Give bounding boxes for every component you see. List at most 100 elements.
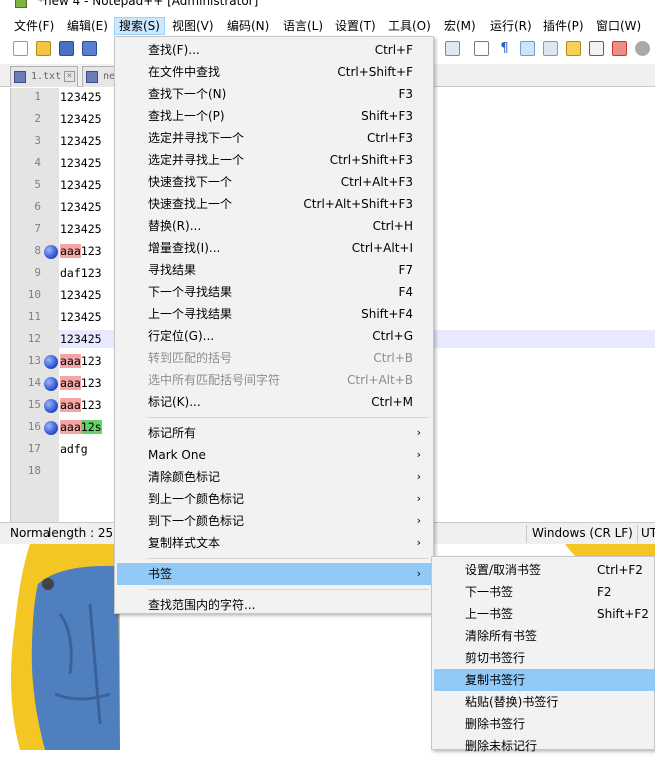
menu-item-shortcut: F2	[597, 585, 612, 599]
code-line[interactable]: 123425	[60, 178, 102, 192]
line-number-gutter[interactable]: 1 2 3 4 5 6 7 8 9 10 11 12 13 14 15 16 17 18	[11, 88, 59, 522]
code-line[interactable]: aaa123	[60, 354, 102, 368]
search-menu-item[interactable]: 清除颜色标记 ›	[117, 466, 431, 488]
menu-item-label: 标记(K)...	[148, 395, 201, 409]
bookmark-icon[interactable]	[44, 421, 58, 435]
search-menu-item[interactable]: 上一个寻找结果 Shift+F4	[117, 303, 431, 325]
code-line[interactable]: 123425	[60, 310, 102, 324]
menu-plugins[interactable]: 插件(P)	[539, 17, 588, 35]
menu-settings[interactable]: 设置(T)	[331, 17, 380, 35]
line-number: 2	[34, 112, 41, 125]
code-line[interactable]: 123425	[60, 200, 102, 214]
bookmark-icon[interactable]	[44, 377, 58, 391]
menu-item-shortcut: Ctrl+Alt+I	[351, 241, 413, 255]
menu-encoding[interactable]: 编码(N)	[223, 17, 273, 35]
doc-map-icon[interactable]	[543, 41, 558, 56]
search-menu-item[interactable]: 标记(K)... Ctrl+M	[117, 391, 431, 413]
code-line[interactable]: aaa12s	[60, 420, 102, 434]
close-icon[interactable]: ✕	[64, 71, 75, 82]
code-line[interactable]: adfg	[60, 442, 88, 456]
code-line[interactable]: daf123	[60, 266, 102, 280]
save-icon[interactable]	[59, 41, 74, 56]
search-menu-item[interactable]: 查找上一个(P) Shift+F3	[117, 105, 431, 127]
stop-macro-icon[interactable]	[635, 41, 650, 56]
menu-item-label: 复制书签行	[465, 673, 526, 687]
search-menu-item[interactable]: 快速查找下一个 Ctrl+Alt+F3	[117, 171, 431, 193]
code-line[interactable]: 123425	[60, 112, 102, 126]
bookmark-submenu-item[interactable]: 粘贴(替换)书签行	[434, 691, 655, 713]
menu-item-shortcut: Ctrl+Shift+F	[337, 65, 413, 79]
encoding-label[interactable]: UT	[641, 526, 655, 540]
eol-format-label[interactable]: Windows (CR LF)	[532, 526, 633, 540]
search-menu-item[interactable]: 查找范围内的字符...	[117, 594, 431, 616]
code-line[interactable]: aaa123	[60, 244, 102, 258]
search-menu-item[interactable]: 到下一个颜色标记 ›	[117, 510, 431, 532]
bookmark-submenu: 设置/取消书签 Ctrl+F2 下一书签 F2 上一书签 Shift+F2 清除所有书签 剪切…	[431, 556, 655, 753]
menu-view[interactable]: 视图(V)	[168, 17, 218, 35]
bookmark-icon[interactable]	[44, 355, 58, 369]
indent-guide-icon[interactable]	[520, 41, 535, 56]
menu-macro[interactable]: 宏(M)	[440, 17, 480, 35]
code-line[interactable]: aaa123	[60, 398, 102, 412]
search-menu-item[interactable]: 下一个寻找结果 F4	[117, 281, 431, 303]
menu-language[interactable]: 语言(L)	[279, 17, 327, 35]
function-list-icon[interactable]	[566, 41, 581, 56]
search-menu-item[interactable]: 在文件中查找 Ctrl+Shift+F	[117, 61, 431, 83]
menu-item-label: 快速查找下一个	[148, 175, 233, 189]
code-text-span: 123425	[60, 332, 102, 346]
menu-item-label: 复制样式文本	[148, 536, 221, 550]
search-menu-item[interactable]: 书签 ›	[117, 563, 431, 585]
open-file-icon[interactable]	[36, 41, 51, 56]
menu-window[interactable]: 窗口(W)	[592, 17, 645, 35]
show-all-chars-icon[interactable]: ¶	[497, 41, 512, 56]
line-number: 8	[34, 244, 41, 257]
bookmark-submenu-item[interactable]: 清除所有书签	[434, 625, 655, 647]
search-menu-item[interactable]: 行定位(G)... Ctrl+G	[117, 325, 431, 347]
menu-item-label: 到下一个颜色标记	[148, 514, 245, 528]
code-line[interactable]: aaa123	[60, 376, 102, 390]
sync-scroll-icon[interactable]	[445, 41, 460, 56]
search-menu-item[interactable]: 选定并寻找上一个 Ctrl+Shift+F3	[117, 149, 431, 171]
file-type-label: Norma	[10, 526, 51, 540]
code-line[interactable]: 123425	[60, 156, 102, 170]
record-macro-icon[interactable]	[612, 41, 627, 56]
menu-file[interactable]: 文件(F)	[10, 17, 58, 35]
bookmark-icon[interactable]	[44, 245, 58, 259]
search-menu-item[interactable]: 替换(R)... Ctrl+H	[117, 215, 431, 237]
search-menu-item[interactable]: 查找下一个(N) F3	[117, 83, 431, 105]
search-menu-item[interactable]: 增量查找(I)... Ctrl+Alt+I	[117, 237, 431, 259]
menu-item-label: 替换(R)...	[148, 219, 202, 233]
search-menu-item[interactable]: 复制样式文本 ›	[117, 532, 431, 554]
new-file-icon[interactable]	[13, 41, 28, 56]
code-line[interactable]: 123425	[60, 332, 102, 346]
bookmark-submenu-item[interactable]: 删除书签行	[434, 713, 655, 735]
search-menu-item[interactable]: 到上一个颜色标记 ›	[117, 488, 431, 510]
search-menu-item[interactable]: 选定并寻找下一个 Ctrl+F3	[117, 127, 431, 149]
menu-search[interactable]: 搜索(S)	[114, 17, 165, 35]
bookmark-submenu-item[interactable]: 上一书签 Shift+F2	[434, 603, 655, 625]
search-menu-item[interactable]: 查找(F)... Ctrl+F	[117, 39, 431, 61]
line-number: 14	[27, 376, 41, 389]
menu-edit[interactable]: 编辑(E)	[63, 17, 112, 35]
save-all-icon[interactable]	[82, 41, 97, 56]
code-line[interactable]: 123425	[60, 134, 102, 148]
search-menu-item[interactable]: 标记所有 ›	[117, 422, 431, 444]
bookmark-submenu-item[interactable]: 下一书签 F2	[434, 581, 655, 603]
menu-run[interactable]: 运行(R)	[486, 17, 536, 35]
bookmark-submenu-item[interactable]: 设置/取消书签 Ctrl+F2	[434, 559, 655, 581]
folder-workspace-icon[interactable]	[589, 41, 604, 56]
code-text-span: 123	[80, 354, 102, 368]
code-line[interactable]: 123425	[60, 222, 102, 236]
code-line[interactable]: 123425	[60, 90, 102, 104]
tab-1-txt[interactable]: 1.txt ✕	[10, 66, 78, 87]
code-line[interactable]: 123425	[60, 288, 102, 302]
search-menu-item[interactable]: 快速查找上一个 Ctrl+Alt+Shift+F3	[117, 193, 431, 215]
search-menu-item[interactable]: Mark One ›	[117, 444, 431, 466]
search-menu-item[interactable]: 寻找结果 F7	[117, 259, 431, 281]
bookmark-icon[interactable]	[44, 399, 58, 413]
bookmark-submenu-item[interactable]: 复制书签行	[434, 669, 655, 691]
bookmark-submenu-item[interactable]: 剪切书签行	[434, 647, 655, 669]
bookmark-submenu-item[interactable]: 删除未标记行	[434, 735, 655, 757]
word-wrap-icon[interactable]	[474, 41, 489, 56]
menu-tools[interactable]: 工具(O)	[384, 17, 435, 35]
